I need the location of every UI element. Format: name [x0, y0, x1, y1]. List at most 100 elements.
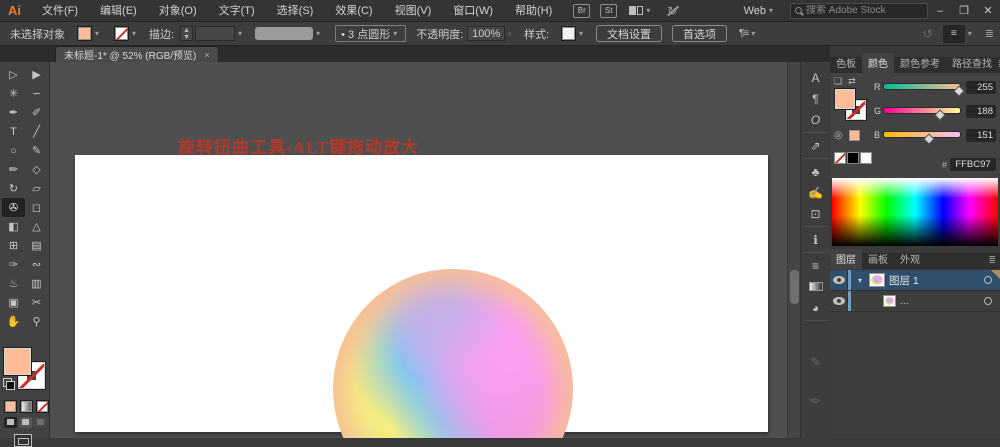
brush-definition-dropdown[interactable]: • 3 点圆形 ▾ — [335, 25, 407, 42]
eye-icon[interactable] — [832, 276, 845, 284]
control-bar-menu-icon[interactable]: ≣ — [985, 27, 994, 40]
document-setup-button[interactable]: 文档设置 — [596, 25, 663, 42]
sublayer-thumbnail[interactable] — [883, 295, 896, 307]
swap-fill-stroke-icon[interactable]: ⇄ — [848, 76, 856, 87]
restore-button[interactable]: ❐ — [952, 0, 976, 22]
character-panel-icon[interactable]: A — [804, 67, 828, 88]
default-fill-stroke-icon[interactable] — [3, 378, 15, 390]
hand-tool[interactable]: ✋ — [2, 312, 25, 331]
menu-type[interactable]: 文字(T) — [208, 0, 266, 22]
chevron-down-icon[interactable]: ▾ — [751, 29, 755, 38]
green-slider[interactable] — [884, 101, 960, 121]
line-segment-tool[interactable]: ╱ — [25, 122, 48, 141]
minimize-button[interactable]: – — [928, 0, 952, 22]
eye-icon[interactable] — [832, 297, 845, 305]
column-graph-tool[interactable]: ▥ — [25, 274, 48, 293]
search-input[interactable] — [806, 5, 916, 16]
rotate-tool[interactable]: ↻ — [2, 179, 25, 198]
free-transform-tool[interactable]: ◻ — [25, 198, 48, 217]
menu-select[interactable]: 选择(S) — [266, 0, 325, 22]
menu-view[interactable]: 视图(V) — [384, 0, 443, 22]
pencil-tool[interactable]: ✏ — [2, 160, 25, 179]
export-panel-icon[interactable]: ⇗ — [804, 135, 828, 156]
red-slider[interactable] — [884, 77, 965, 97]
gradient-button[interactable] — [20, 400, 33, 413]
panel-toggle-button[interactable]: ≡ — [942, 24, 965, 43]
info-panel-icon[interactable]: ℹ — [804, 229, 828, 250]
opacity-flyout-icon[interactable]: › — [508, 29, 511, 38]
blue-value-field[interactable]: 151 — [966, 128, 996, 142]
paintbrush-tool[interactable]: ✎ — [25, 141, 48, 160]
proxy-mini-icon[interactable]: ❑ — [834, 76, 842, 87]
layer-name[interactable]: 图层 1 — [889, 273, 919, 288]
type-tool[interactable]: T — [2, 122, 25, 141]
black-swatch[interactable] — [847, 152, 859, 164]
stroke-color-swatch[interactable] — [114, 26, 130, 41]
blue-slider-track[interactable] — [884, 132, 960, 137]
close-button[interactable]: ✕ — [976, 0, 1000, 22]
draw-behind-button[interactable] — [19, 417, 32, 428]
scrollbar-thumb[interactable] — [790, 270, 799, 304]
menu-object[interactable]: 对象(O) — [148, 0, 208, 22]
selection-tool[interactable]: ▷ — [2, 65, 25, 84]
visibility-cell[interactable] — [830, 291, 848, 311]
opentype-panel-icon[interactable]: O — [804, 109, 828, 130]
magic-wand-tool[interactable]: ✳ — [2, 84, 25, 103]
menu-effect[interactable]: 效果(C) — [324, 0, 383, 22]
fill-color-swatch[interactable] — [77, 26, 92, 41]
brushes-panel-icon[interactable]: ✍ — [804, 182, 828, 203]
chevron-down-icon[interactable]: ▾ — [316, 29, 320, 38]
expand-chevron-icon[interactable]: ▾ — [855, 276, 865, 285]
menu-window[interactable]: 窗口(W) — [442, 0, 504, 22]
red-slider-track[interactable] — [884, 84, 960, 89]
workspace-switcher[interactable]: Web ▾ — [744, 5, 776, 17]
hex-value-field[interactable]: FFBC97 — [950, 158, 996, 171]
twirled-gradient-mesh-circle[interactable] — [333, 269, 573, 438]
tab-color-guide[interactable]: 颜色参考 — [894, 53, 946, 73]
chevron-down-icon[interactable]: ▾ — [238, 29, 242, 38]
pen-tool[interactable]: ✒ — [2, 103, 25, 122]
fill-proxy-swatch[interactable] — [4, 348, 31, 375]
document-tab[interactable]: 未标题-1* @ 52% (RGB/预览) × — [55, 46, 219, 62]
arrange-documents-icon[interactable]: ▾ — [629, 6, 653, 15]
menu-file[interactable]: 文件(F) — [31, 0, 89, 22]
green-value-field[interactable]: 188 — [966, 104, 996, 118]
stroke-weight-stepper[interactable]: ▲ ▼ — [180, 26, 194, 41]
twirl-tool-selected[interactable]: ✇ — [2, 198, 25, 217]
bridge-button[interactable]: Br — [573, 3, 591, 18]
eraser-tool[interactable]: ◇ — [25, 160, 48, 179]
blend-tool[interactable]: ∾ — [25, 255, 48, 274]
none-swatch[interactable] — [834, 152, 846, 164]
draw-normal-button[interactable] — [4, 417, 17, 428]
tab-pathfinder[interactable]: 路径查找 — [946, 53, 998, 73]
perspective-grid-tool[interactable]: △ — [25, 217, 48, 236]
tab-swatches[interactable]: 色板 — [830, 53, 862, 73]
canvas-area[interactable]: 旋转扭曲工具-ALT键拖动放大 — [50, 62, 787, 438]
layer-thumbnail[interactable] — [869, 273, 885, 287]
green-slider-track[interactable] — [884, 108, 960, 113]
scale-tool[interactable]: ▱ — [25, 179, 48, 198]
chevron-down-icon[interactable]: ▾ — [579, 29, 583, 38]
lasso-tool[interactable]: ∽ — [25, 84, 48, 103]
blob-brush-tool[interactable]: ✐ — [25, 103, 48, 122]
adobe-stock-search[interactable] — [790, 2, 928, 19]
stock-button[interactable]: St — [600, 3, 618, 18]
screen-mode-button[interactable] — [14, 434, 32, 447]
visibility-cell[interactable] — [830, 270, 848, 290]
gradient-tool[interactable]: ▤ — [25, 236, 48, 255]
eyedropper-tool[interactable]: ✑ — [2, 255, 25, 274]
menu-help[interactable]: 帮助(H) — [504, 0, 563, 22]
ellipse-tool[interactable]: ○ — [2, 141, 25, 160]
stroke-panel-icon[interactable]: ≡ — [804, 255, 828, 276]
stroke-weight-dropdown[interactable] — [195, 26, 236, 41]
chevron-down-icon[interactable]: ▾ — [95, 29, 99, 38]
tab-artboards[interactable]: 画板 — [862, 249, 894, 269]
opacity-value[interactable]: 100% — [467, 26, 506, 41]
links-panel-icon[interactable]: ⊡ — [804, 203, 828, 224]
appearance-panel-icon[interactable]: ◕ — [804, 297, 828, 318]
color-button[interactable] — [4, 400, 17, 413]
white-swatch[interactable] — [860, 152, 872, 164]
vertical-scrollbar[interactable] — [787, 62, 800, 438]
direct-selection-tool[interactable]: ▶ — [25, 65, 48, 84]
artboard-tool[interactable]: ▣ — [2, 293, 25, 312]
